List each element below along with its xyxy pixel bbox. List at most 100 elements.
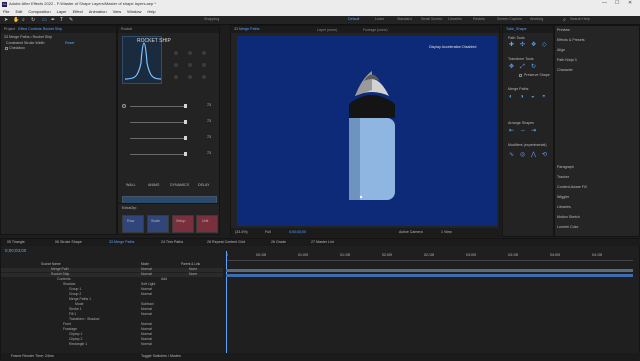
tab-tube-shape[interactable]: Tube_Shape <box>506 27 526 31</box>
expr-setup-button[interactable]: Setup <box>172 215 194 233</box>
layer-name[interactable]: Merge Paths 1 <box>69 297 91 301</box>
arrange-right-icon[interactable]: ⇥ <box>531 128 536 134</box>
layer-mode[interactable]: Normal <box>141 272 152 276</box>
tab-trim-paths[interactable]: 24 Trim Paths <box>161 240 183 245</box>
layer-name[interactable]: Cliptop 2 <box>69 337 82 341</box>
layer-mode[interactable]: Add <box>161 277 167 281</box>
slider-value[interactable]: 73 <box>207 103 211 108</box>
hand-tool-icon[interactable]: ✋ <box>13 18 19 23</box>
layer-mode[interactable]: Normal <box>141 292 152 296</box>
layer-name[interactable]: Cliptop 1 <box>69 332 82 336</box>
layer-name[interactable]: Rectangle 1 <box>69 342 87 346</box>
path-split-icon[interactable]: ✣ <box>520 42 525 48</box>
layer-bar[interactable] <box>226 273 633 277</box>
pen-tool-icon[interactable]: ✒ <box>51 18 55 23</box>
workspace-screen-capture[interactable]: Screen Capture <box>497 17 522 22</box>
search-icon[interactable]: ⌕ <box>563 17 566 23</box>
slider-knob[interactable] <box>184 120 187 124</box>
layer-name[interactable]: Transform : Shadow <box>69 317 99 321</box>
zoom-level[interactable]: (33.4%) <box>235 230 248 235</box>
tab-grade[interactable]: 26 Grade <box>271 240 286 245</box>
menu-help[interactable]: Help <box>147 10 155 14</box>
table-row[interactable]: Front Normal <box>1 322 223 327</box>
layer-parent[interactable]: None <box>189 272 197 276</box>
slider-knob[interactable] <box>184 152 187 156</box>
layer-name[interactable]: Stroke 1 <box>69 307 82 311</box>
table-row[interactable]: Cliptop 1 Normal <box>1 332 223 337</box>
slider-value[interactable]: 73 <box>207 119 211 124</box>
table-row[interactable]: Merge Paths 1 <box>1 297 223 302</box>
brush-tool-icon[interactable]: ✎ <box>69 18 73 23</box>
layer-name[interactable]: Group 2 <box>69 292 81 296</box>
view-select[interactable]: 1 View <box>441 230 452 235</box>
table-row[interactable]: Mode Subtract <box>1 302 223 307</box>
type-tool-icon[interactable]: T <box>60 18 63 23</box>
menu-composition[interactable]: Composition <box>28 10 50 14</box>
modifier-round-icon[interactable]: ◎ <box>520 152 525 158</box>
tab-master-lint[interactable]: 27 Master Lint <box>311 240 334 245</box>
workspace-review[interactable]: Review <box>473 17 485 22</box>
slider-knob[interactable] <box>184 104 187 108</box>
table-row[interactable]: Transform : Shadow <box>1 317 223 322</box>
delay-button[interactable]: DELAY <box>198 183 210 188</box>
panel-effects-presets[interactable]: Effects & Presets <box>557 38 585 43</box>
rotate-icon[interactable]: ↻ <box>531 64 536 70</box>
layer-mode[interactable]: Subtract <box>141 302 154 306</box>
comp-canvas[interactable]: Display Acceleration Disabled <box>237 36 497 226</box>
expr-row-button[interactable]: Row <box>122 215 144 233</box>
tab-effect-controls[interactable]: Effect Controls Rocket Ship <box>18 27 62 31</box>
panel-align[interactable]: Align <box>557 48 565 53</box>
reset-button[interactable]: Reset <box>65 41 74 46</box>
table-row[interactable]: Cliptop 2 Normal <box>1 337 223 342</box>
zoom-tool-icon[interactable]: ⌕ <box>22 18 25 23</box>
tab-triangle[interactable]: 05 Triangle <box>7 240 25 245</box>
layer-mode[interactable]: Normal <box>141 337 152 341</box>
layer-tab[interactable]: Layer (none) <box>317 28 337 33</box>
layer-mode[interactable]: Normal <box>141 327 152 331</box>
menu-file[interactable]: File <box>3 10 9 14</box>
playhead[interactable] <box>226 251 227 359</box>
layer-name[interactable]: Fuselage <box>63 327 77 331</box>
layer-mode[interactable]: Normal <box>141 312 152 316</box>
tab-merge-paths[interactable]: 33 Merge Paths <box>109 240 134 245</box>
panel-tracker[interactable]: Tracker <box>557 175 569 180</box>
tab-stroke-shape[interactable]: 06 Stroke Shape <box>55 240 82 245</box>
layer-name[interactable]: Contents <box>57 277 71 281</box>
preserve-shape-checkbox[interactable] <box>519 74 522 77</box>
move-icon[interactable]: ✥ <box>509 64 514 70</box>
quality-select[interactable]: Full <box>265 230 271 235</box>
table-row[interactable]: Group 2 Normal <box>1 292 223 297</box>
workspace-standard[interactable]: Standard <box>397 17 412 22</box>
tab-comp-merge-paths[interactable]: 33 Merge Paths <box>234 27 259 31</box>
table-row[interactable]: Group 1 Normal <box>1 287 223 292</box>
toggle-switches-modes[interactable]: Toggle Switches / Modes <box>141 354 181 359</box>
merge-exclude-icon[interactable]: ◓ <box>542 94 546 100</box>
layer-mode[interactable]: Normal <box>141 332 152 336</box>
merge-subtract-icon[interactable]: ◑ <box>520 94 524 100</box>
workspace-libraries[interactable]: Libraries <box>448 17 462 22</box>
panel-libraries[interactable]: Libraries <box>557 205 571 210</box>
table-row[interactable]: Rectangle 1 Normal <box>1 342 223 347</box>
layer-name[interactable]: Fill 1 <box>69 312 76 316</box>
current-time[interactable]: 0;00;03;00 <box>289 230 306 235</box>
menu-window[interactable]: Window <box>127 10 141 14</box>
layer-name[interactable]: Merge Path <box>51 267 69 271</box>
path-add-icon[interactable]: ✚ <box>509 42 514 48</box>
menu-edit[interactable]: Edit <box>15 10 22 14</box>
panel-content-aware-fill[interactable]: Content-Aware Fill <box>557 185 587 190</box>
dynamics-button[interactable]: DYNAMICS <box>170 183 189 188</box>
menu-view[interactable]: View <box>113 10 122 14</box>
layer-name[interactable]: Rocket Ship <box>51 272 69 276</box>
panel-lumetri-color[interactable]: Lumetri Color <box>557 225 579 230</box>
workspace-default[interactable]: Default <box>348 17 359 22</box>
modifier-wiggle-icon[interactable]: ∿ <box>509 152 514 158</box>
maximize-button[interactable]: ☐ <box>615 1 619 6</box>
camera-select[interactable]: Active Camera <box>399 230 423 235</box>
panel-motion-sketch[interactable]: Motion Sketch <box>557 215 580 220</box>
layer-mode[interactable]: Soft Light <box>141 282 155 286</box>
slider-knob[interactable] <box>184 136 187 140</box>
modifier-zigzag-icon[interactable]: ⋀ <box>531 152 536 158</box>
layer-mode[interactable]: Normal <box>141 342 152 346</box>
rotate-tool-icon[interactable]: ↻ <box>31 18 35 23</box>
minimize-button[interactable]: — <box>602 1 607 6</box>
